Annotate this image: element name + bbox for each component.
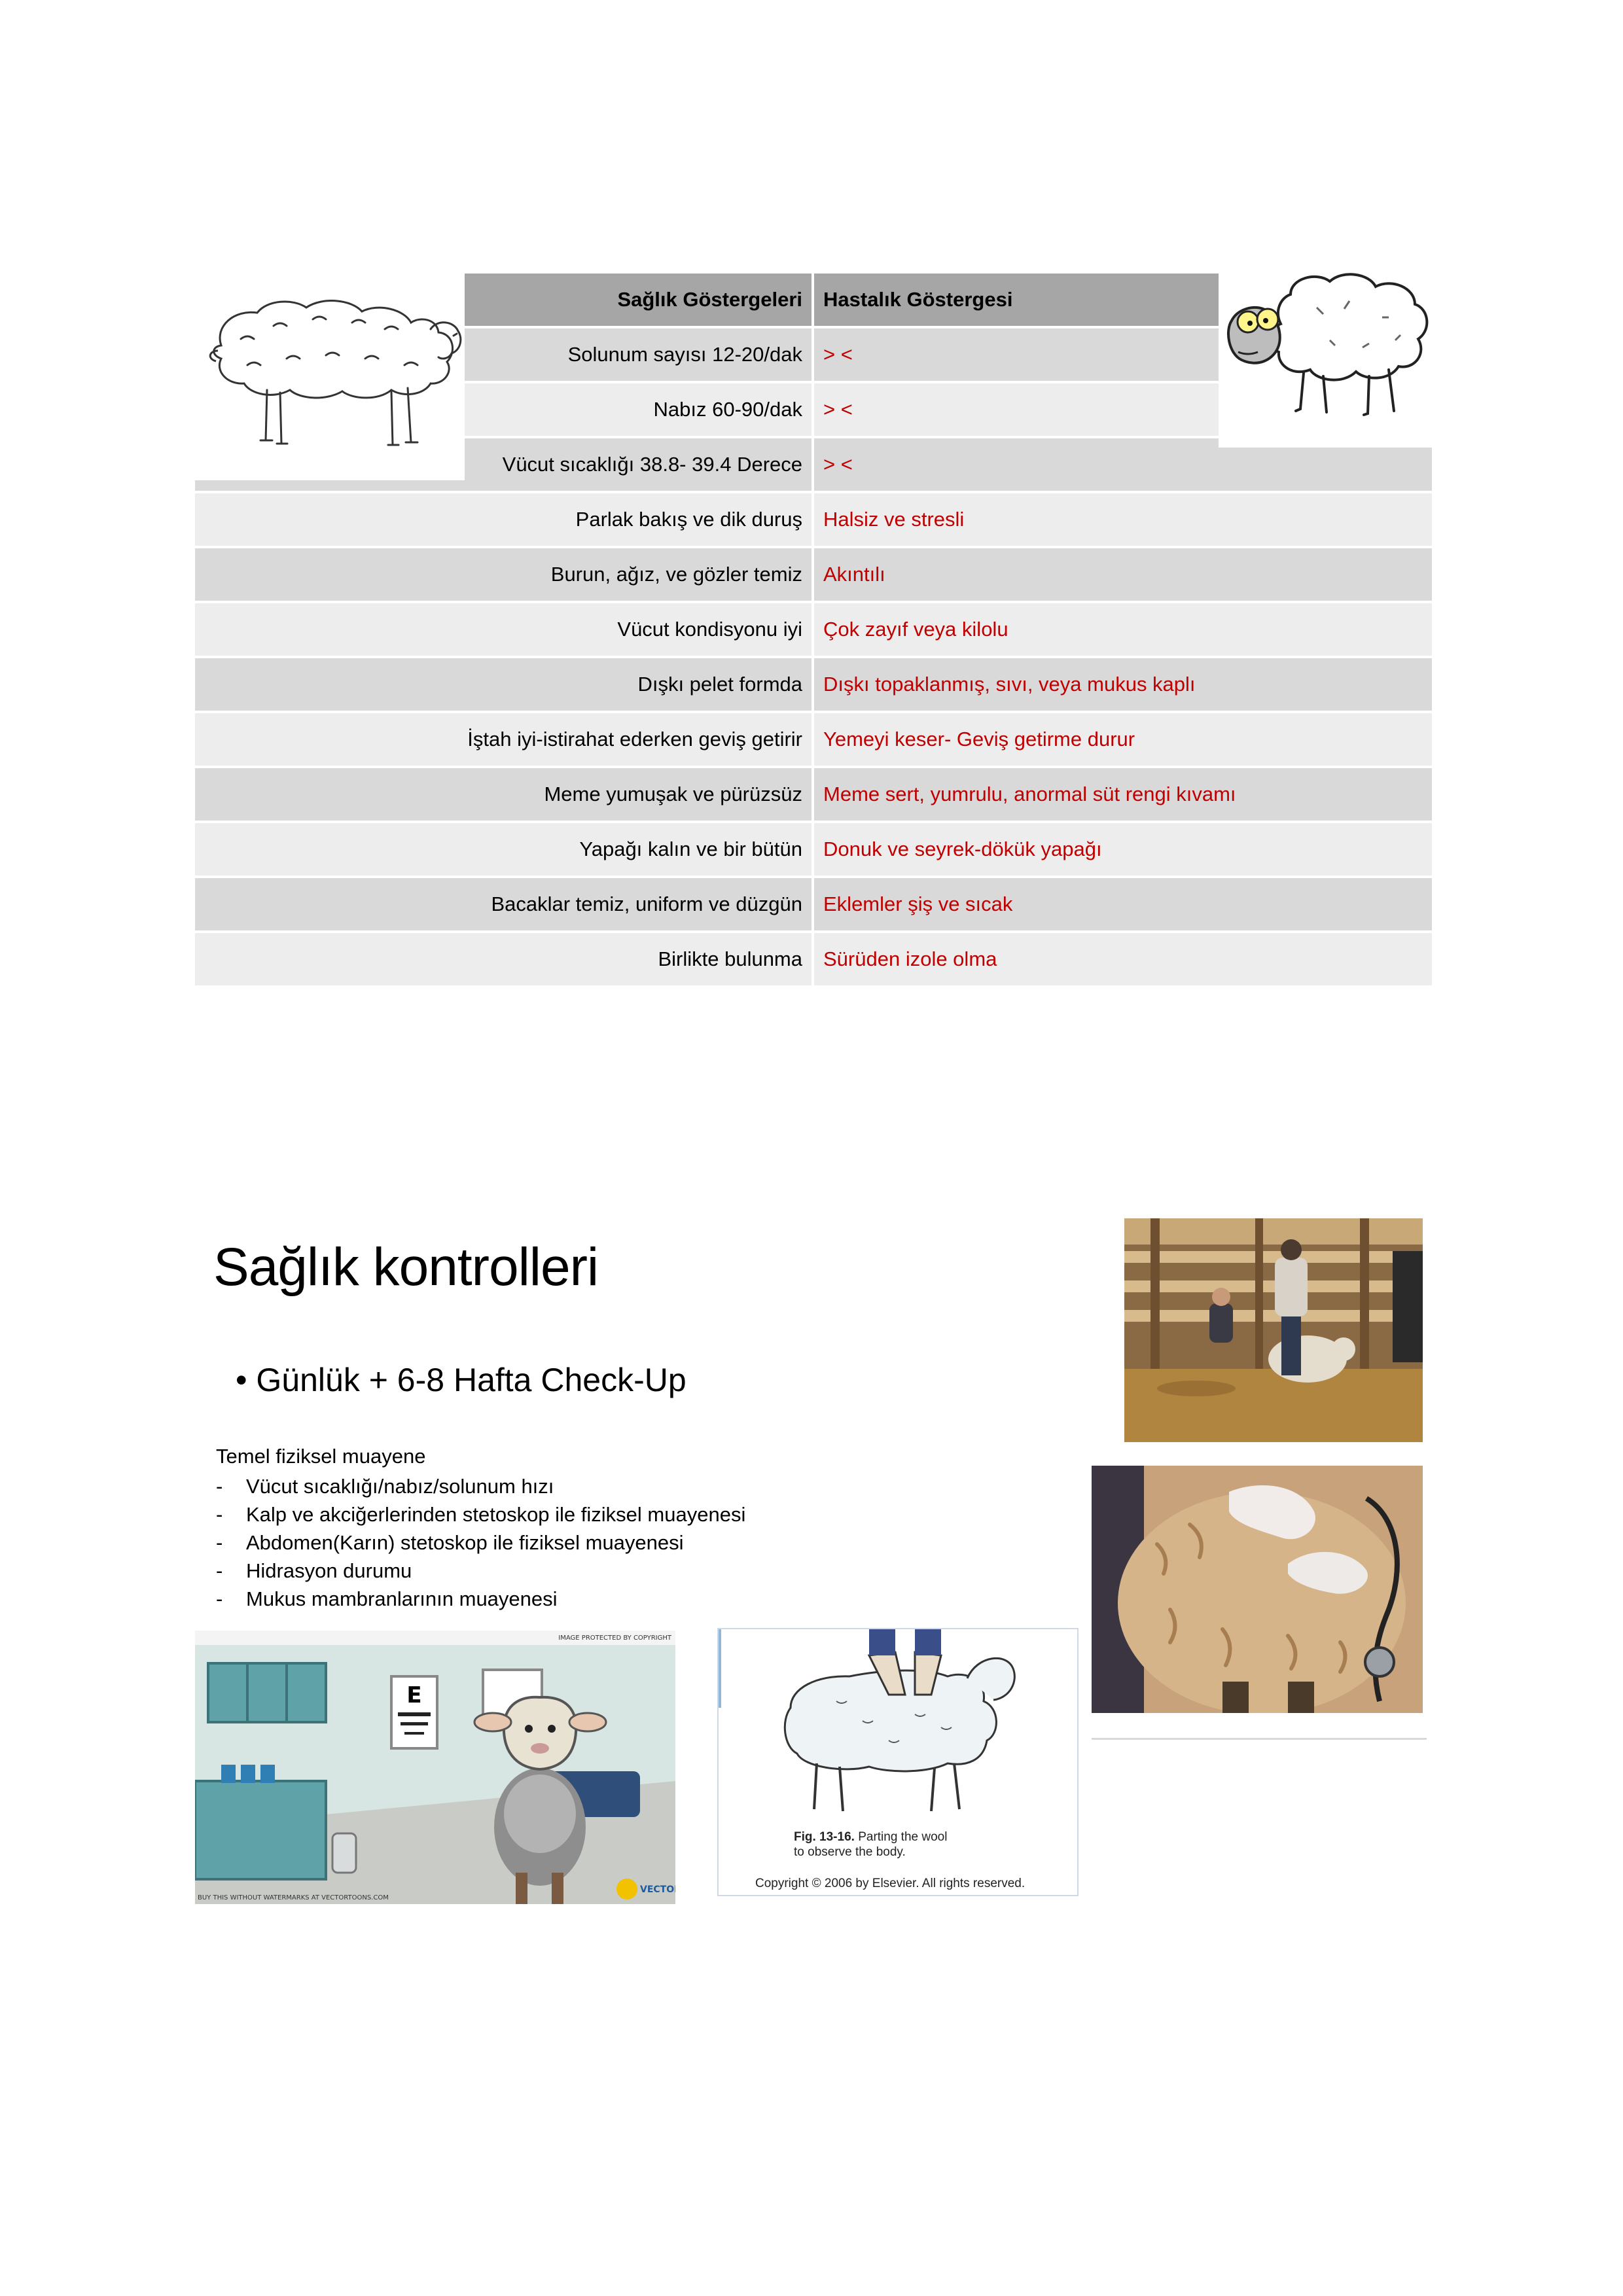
figure-caption: Fig. 13-16. Parting the wool to observe … xyxy=(794,1829,951,1860)
disease-cell: Yemeyi keser- Geviş getirme durur xyxy=(814,713,1432,766)
sick-sheep-illustration xyxy=(1219,268,1435,448)
photo-divider xyxy=(1092,1738,1427,1740)
list-item: - Kalp ve akciğerlerinden stetoskop ile f… xyxy=(216,1503,746,1526)
list-item: - Abdomen(Karın) stetoskop ile fiziksel m… xyxy=(216,1531,684,1554)
health-cell: Vücut kondisyonu iyi xyxy=(195,603,812,656)
disease-cell: Halsiz ve stresli xyxy=(814,493,1432,546)
table-row: Birlikte bulunma Sürüden izole olma xyxy=(195,933,1432,985)
textbook-figure: Fig. 13-16. Parting the wool to observe … xyxy=(717,1628,1079,1896)
health-cell: Birlikte bulunma xyxy=(195,933,812,985)
disease-cell: Sürüden izole olma xyxy=(814,933,1432,985)
list-item: - Hidrasyon durumu xyxy=(216,1559,412,1582)
disease-cell: Dışkı topaklanmış, sıvı, veya mukus kapl… xyxy=(814,658,1432,711)
exam-item-text: Abdomen(Karın) stetoskop ile fiziksel mu… xyxy=(246,1531,684,1554)
table-row: Dışkı pelet formda Dışkı topaklanmış, sı… xyxy=(195,658,1432,711)
checkup-bullet: • Günlük + 6-8 Hafta Check-Up xyxy=(236,1362,687,1398)
health-cell: Meme yumuşak ve pürüzsüz xyxy=(195,768,812,821)
table-row: İştah iyi-istirahat ederken geviş getiri… xyxy=(195,713,1432,766)
disease-cell: Eklemler şiş ve sıcak xyxy=(814,878,1432,930)
list-item: - Mukus mambranlarının muayenesi xyxy=(216,1587,558,1610)
figure-copyright: Copyright © 2006 by Elsevier. All rights… xyxy=(755,1877,1026,1890)
table-row: Vücut kondisyonu iyi Çok zayıf veya kilo… xyxy=(195,603,1432,656)
eye-chart-letter: E xyxy=(406,1682,421,1708)
health-cell: Burun, ağız, ve gözler temiz xyxy=(195,548,812,601)
table-row: Meme yumuşak ve pürüzsüz Meme sert, yumr… xyxy=(195,768,1432,821)
wool-stethoscope-photo xyxy=(1092,1466,1423,1713)
disease-cell: Meme sert, yumrulu, anormal süt rengi kı… xyxy=(814,768,1432,821)
list-item: - Vücut sıcaklığı/nabız/solunum hızı xyxy=(216,1475,554,1498)
disease-cell: Donuk ve seyrek-dökük yapağı xyxy=(814,823,1432,875)
clinic-sheep-cartoon: E VECTOR TOONS IMAGE PROTECTED BY COPYRI… xyxy=(195,1631,675,1904)
health-cell: Yapağı kalın ve bir bütün xyxy=(195,823,812,875)
health-cell: Bacaklar temiz, uniform ve düzgün xyxy=(195,878,812,930)
health-cell: Dışkı pelet formda xyxy=(195,658,812,711)
table-row: Burun, ağız, ve gözler temiz Akıntılı xyxy=(195,548,1432,601)
exam-item-text: Mukus mambranlarının muayenesi xyxy=(246,1587,558,1610)
health-cell: Parlak bakış ve dik duruş xyxy=(195,493,812,546)
disease-cell: Akıntılı xyxy=(814,548,1432,601)
vectortoons-logo: VECTOR TOONS xyxy=(640,1884,675,1895)
exam-heading: Temel fiziksel muayene xyxy=(216,1445,426,1468)
buy-watermark: BUY THIS WITHOUT WATERMARKS AT VECTORTOO… xyxy=(198,1894,389,1901)
exam-list: - Vücut sıcaklığı/nabız/solunum hızı - Kal… xyxy=(216,1472,745,1613)
exam-item-text: Vücut sıcaklığı/nabız/solunum hızı xyxy=(246,1475,554,1498)
table-row: Parlak bakış ve dik duruş Halsiz ve stre… xyxy=(195,493,1432,546)
table-row: Bacaklar temiz, uniform ve düzgün Ekleml… xyxy=(195,878,1432,930)
health-cell: İştah iyi-istirahat ederken geviş getiri… xyxy=(195,713,812,766)
section-title: Sağlık kontrolleri xyxy=(213,1237,599,1297)
healthy-sheep-illustration xyxy=(195,274,465,480)
exam-item-text: Kalp ve akciğerlerinden stetoskop ile fi… xyxy=(246,1503,746,1526)
table-row: Yapağı kalın ve bir bütün Donuk ve seyre… xyxy=(195,823,1432,875)
copyright-watermark: IMAGE PROTECTED BY COPYRIGHT xyxy=(558,1634,671,1642)
exam-item-text: Hidrasyon durumu xyxy=(246,1559,412,1582)
disease-cell: Çok zayıf veya kilolu xyxy=(814,603,1432,656)
figure-label: Fig. 13-16. xyxy=(794,1830,855,1844)
sheep-exam-pen-photo xyxy=(1124,1218,1423,1442)
